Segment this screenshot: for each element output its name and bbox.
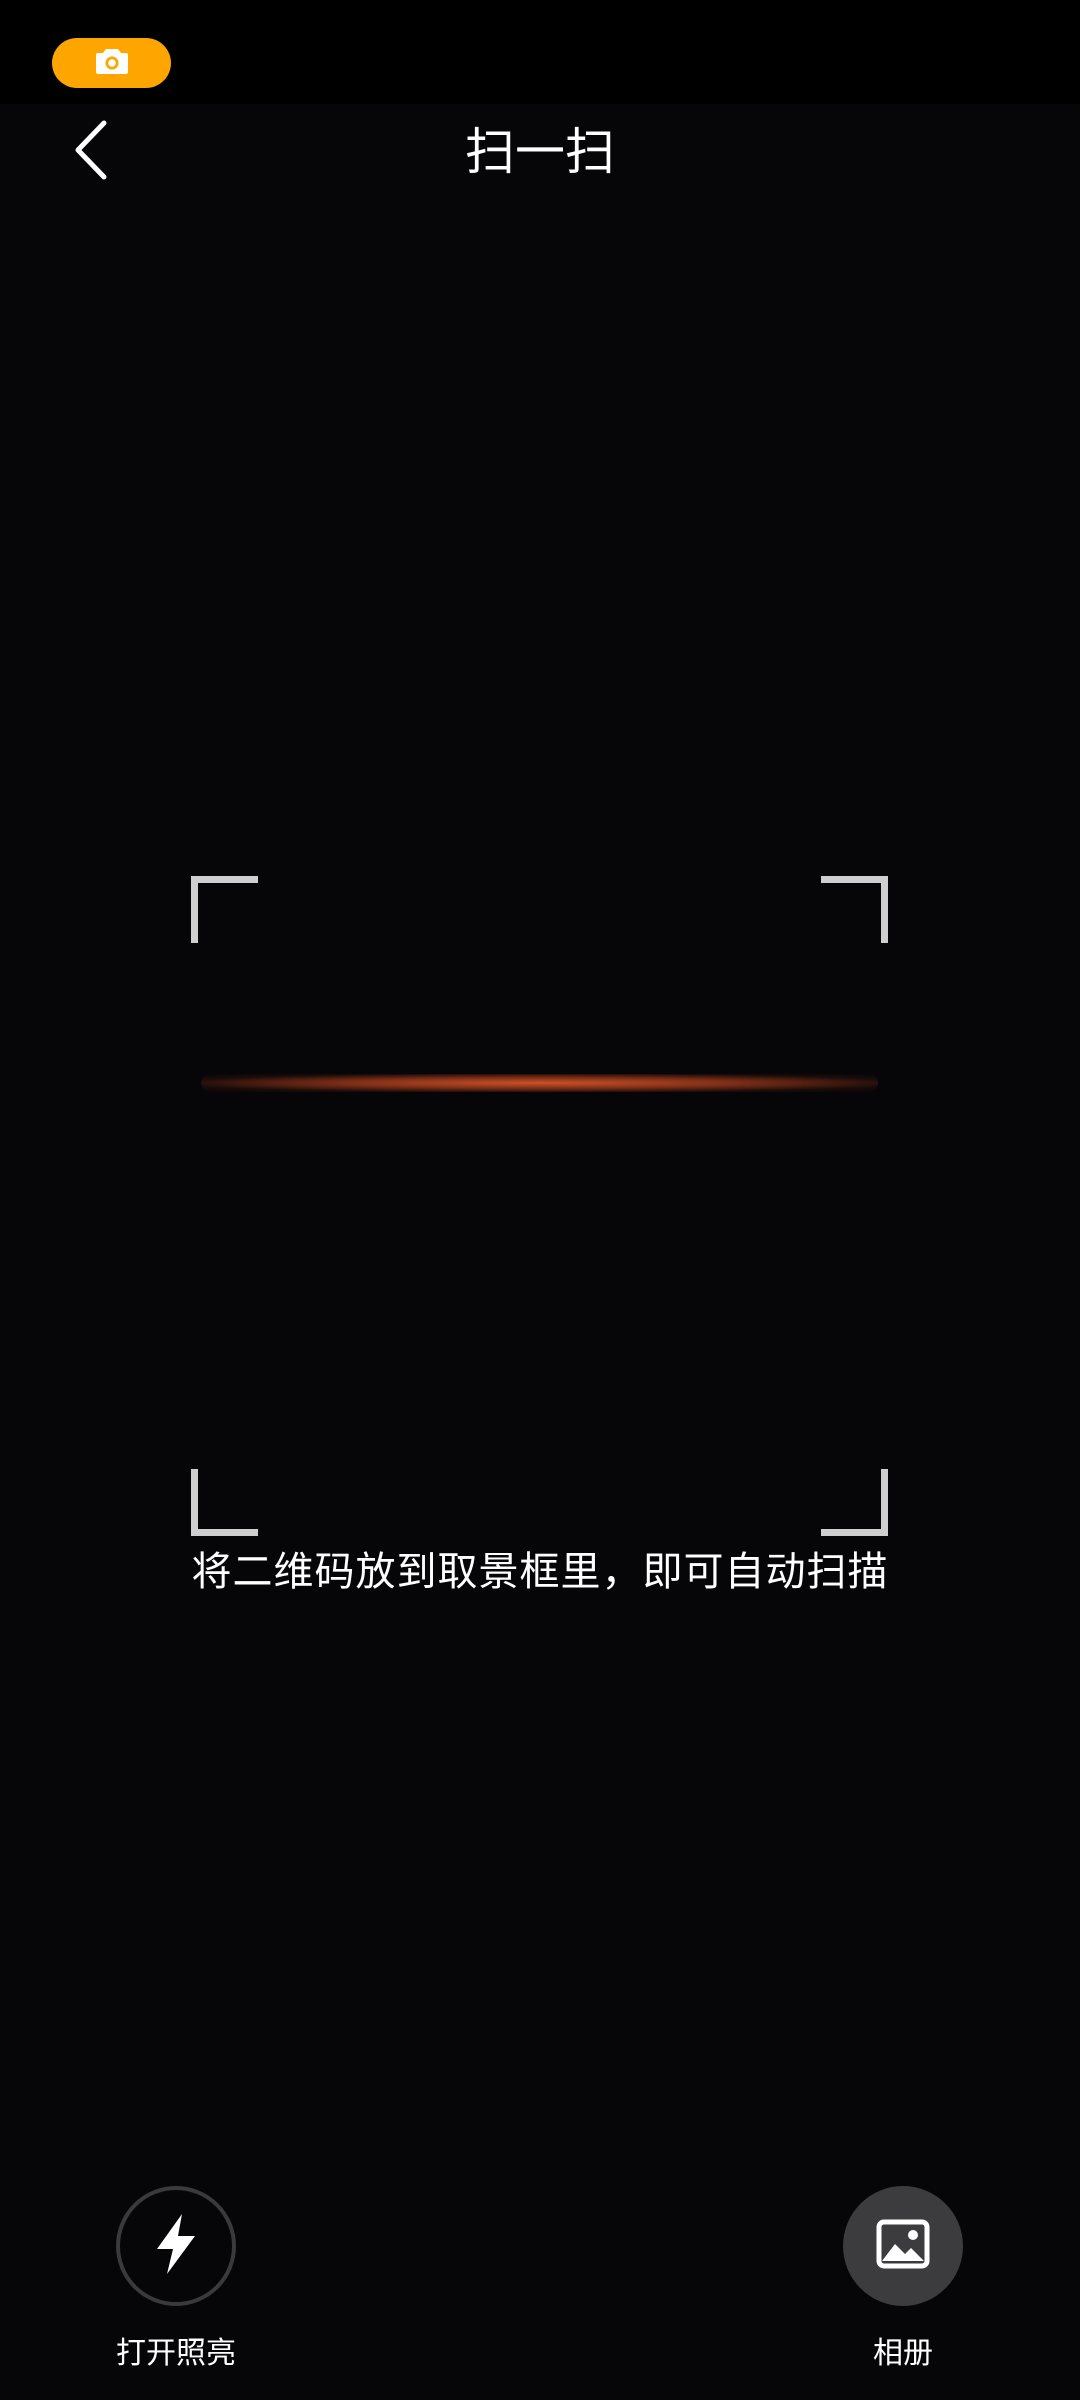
flash-icon: [151, 2212, 201, 2280]
scan-line: [201, 1074, 878, 1092]
scan-hint: 将二维码放到取景框里，即可自动扫描: [191, 1549, 889, 1595]
album-button[interactable]: [843, 2186, 963, 2306]
page-title: 扫一扫: [465, 123, 615, 181]
status-bar: [0, 0, 1080, 104]
scan-frame-corner-bottom-right: [821, 1469, 888, 1536]
album-label: 相册: [873, 2336, 933, 2371]
image-icon: [876, 2219, 930, 2273]
scan-frame-corner-top-left: [191, 876, 258, 943]
scan-frame-corner-bottom-left: [191, 1469, 258, 1536]
torch-label: 打开照亮: [116, 2336, 236, 2371]
torch-button[interactable]: [116, 2186, 236, 2306]
nav-bar: 扫一扫: [0, 104, 1080, 200]
camera-icon: [95, 47, 129, 79]
scan-frame: [191, 876, 888, 1536]
scan-frame-corner-top-right: [821, 876, 888, 943]
camera-in-use-indicator[interactable]: [52, 38, 171, 88]
